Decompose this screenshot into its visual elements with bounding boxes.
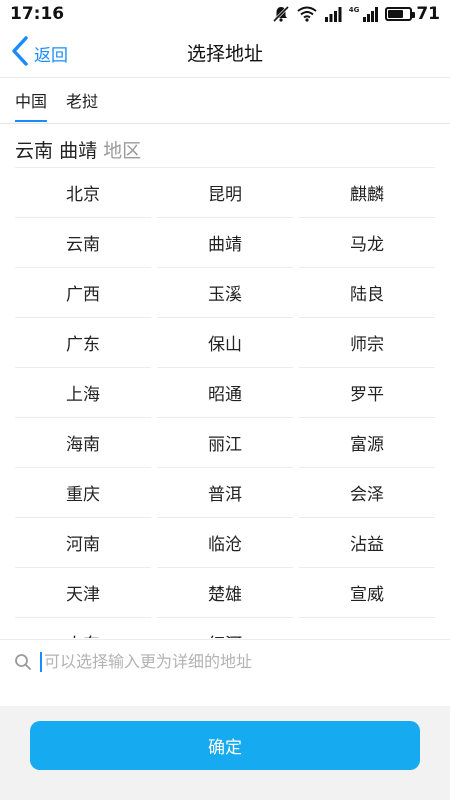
detail-address-input[interactable] bbox=[40, 651, 420, 672]
battery-icon bbox=[385, 7, 416, 21]
region-item[interactable]: 昆明 bbox=[157, 168, 293, 218]
region-item[interactable]: 广西 bbox=[15, 268, 151, 318]
region-item[interactable] bbox=[299, 618, 435, 638]
wifi-icon bbox=[297, 6, 317, 22]
region-item[interactable]: 海南 bbox=[15, 418, 151, 468]
region-item[interactable]: 富源 bbox=[299, 418, 435, 468]
region-item[interactable]: 昭通 bbox=[157, 368, 293, 418]
region-item[interactable]: 楚雄 bbox=[157, 568, 293, 618]
status-bar: 17:16 4G 71 bbox=[0, 0, 450, 28]
chevron-left-icon bbox=[12, 36, 28, 70]
address-search-row bbox=[0, 639, 450, 683]
region-item[interactable]: 临沧 bbox=[157, 518, 293, 568]
signal-4g-icon bbox=[362, 6, 379, 22]
battery-indicator: 71 bbox=[385, 4, 440, 24]
region-list[interactable]: 北京 昆明 麒麟云南 曲靖 马龙广西 玉溪 陆良广东 保山 师宗上海 昭通 罗平海南 丽江 富源重庆 普洱… bbox=[15, 167, 435, 638]
footer: 确定 bbox=[0, 706, 450, 800]
breadcrumb-city[interactable]: 曲靖 bbox=[59, 140, 97, 162]
signal-icon bbox=[324, 6, 342, 22]
region-item[interactable]: 玉溪 bbox=[157, 268, 293, 318]
network-type: 4G bbox=[348, 5, 360, 14]
region-item[interactable]: 曲靖 bbox=[157, 218, 293, 268]
battery-fill bbox=[388, 10, 404, 18]
region-item[interactable]: 重庆 bbox=[15, 468, 151, 518]
region-item[interactable]: 红河 bbox=[157, 618, 293, 638]
region-item[interactable]: 上海 bbox=[15, 368, 151, 418]
nav-bar: 返回 选择地址 bbox=[0, 28, 450, 78]
status-time: 17:16 bbox=[10, 4, 65, 24]
search-icon bbox=[14, 652, 34, 672]
region-item[interactable]: 会泽 bbox=[299, 468, 435, 518]
region-item[interactable]: 罗平 bbox=[299, 368, 435, 418]
region-item[interactable]: 丽江 bbox=[157, 418, 293, 468]
breadcrumb: 云南 曲靖 地区 bbox=[15, 136, 141, 163]
region-item[interactable]: 保山 bbox=[157, 318, 293, 368]
tab-laos[interactable]: 老挝 bbox=[66, 88, 98, 120]
region-item[interactable]: 普洱 bbox=[157, 468, 293, 518]
confirm-button[interactable]: 确定 bbox=[30, 721, 420, 770]
tab-china[interactable]: 中国 bbox=[15, 88, 48, 122]
status-icons: 4G 71 bbox=[272, 4, 440, 24]
region-item[interactable]: 北京 bbox=[15, 168, 151, 218]
battery-percent: 71 bbox=[416, 4, 440, 24]
country-tabs: 中国 老挝 bbox=[0, 79, 450, 124]
region-item[interactable]: 陆良 bbox=[299, 268, 435, 318]
breadcrumb-province[interactable]: 云南 bbox=[15, 140, 53, 162]
region-item[interactable]: 天津 bbox=[15, 568, 151, 618]
region-item[interactable]: 云南 bbox=[15, 218, 151, 268]
region-item[interactable]: 马龙 bbox=[299, 218, 435, 268]
region-item[interactable]: 宣威 bbox=[299, 568, 435, 618]
region-grid: 北京 昆明 麒麟云南 曲靖 马龙广西 玉溪 陆良广东 保山 师宗上海 昭通 罗平海南 丽江 富源重庆 普洱… bbox=[15, 168, 435, 638]
back-label: 返回 bbox=[34, 45, 68, 66]
back-button[interactable]: 返回 bbox=[12, 36, 68, 70]
breadcrumb-hint: 地区 bbox=[103, 140, 142, 162]
bell-muted-icon bbox=[272, 5, 290, 23]
region-item[interactable]: 广东 bbox=[15, 318, 151, 368]
region-item[interactable]: 麒麟 bbox=[299, 168, 435, 218]
region-item[interactable]: 山东 bbox=[15, 618, 151, 638]
region-item[interactable]: 沾益 bbox=[299, 518, 435, 568]
region-item[interactable]: 河南 bbox=[15, 518, 151, 568]
region-item[interactable]: 师宗 bbox=[299, 318, 435, 368]
